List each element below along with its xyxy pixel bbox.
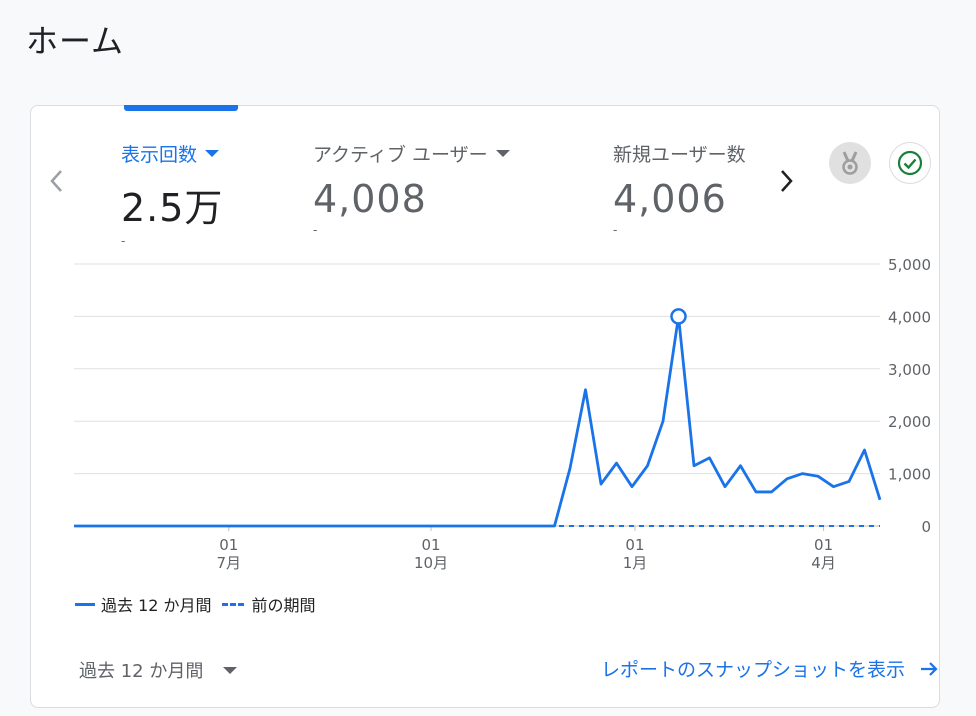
x-tick-day: 01	[625, 536, 644, 554]
y-tick-label: 4,000	[888, 308, 931, 326]
view-report-snapshot-link[interactable]: レポートのスナップショットを表示	[559, 655, 939, 682]
overview-card: 表示回数 2.5万 - アクティブ ユーザー 4,008 - 新規ユーザー数 4…	[30, 105, 940, 708]
y-tick-label: 0	[921, 518, 931, 536]
x-tick-day: 01	[422, 536, 441, 554]
line-chart: 5,0004,0003,0002,0001,0000017月0110月011月0…	[74, 256, 931, 572]
y-tick-label: 2,000	[888, 413, 931, 431]
x-tick-month: 10月	[414, 554, 448, 572]
x-tick-day: 01	[814, 536, 833, 554]
x-tick-month: 4月	[811, 554, 836, 572]
x-tick-day: 01	[219, 536, 238, 554]
x-tick-month: 1月	[623, 554, 648, 572]
legend-label: 前の期間	[251, 596, 316, 615]
arrow-right-icon	[919, 659, 939, 679]
x-tick-month: 7月	[216, 554, 241, 572]
page-title: ホーム	[26, 22, 125, 60]
legend-label: 過去 12 か月間	[101, 596, 212, 615]
highlight-point	[670, 308, 687, 325]
legend-item-previous: 前の期間	[221, 592, 316, 616]
y-tick-label: 5,000	[888, 256, 931, 274]
date-range-label: 過去 12 か月間	[79, 661, 204, 682]
y-tick-label: 3,000	[888, 361, 931, 379]
legend-item-current: 過去 12 か月間	[75, 592, 212, 616]
chart-legend: 過去 12 か月間 前の期間	[75, 592, 326, 616]
caret-down-icon[interactable]	[223, 666, 238, 674]
y-tick-label: 1,000	[888, 466, 931, 484]
report-link-label: レポートのスナップショットを表示	[600, 659, 905, 681]
date-range-selector[interactable]: 過去 12 か月間	[79, 657, 238, 683]
legend-solid-line-icon	[75, 602, 95, 606]
legend-dashed-line-icon	[221, 602, 244, 606]
